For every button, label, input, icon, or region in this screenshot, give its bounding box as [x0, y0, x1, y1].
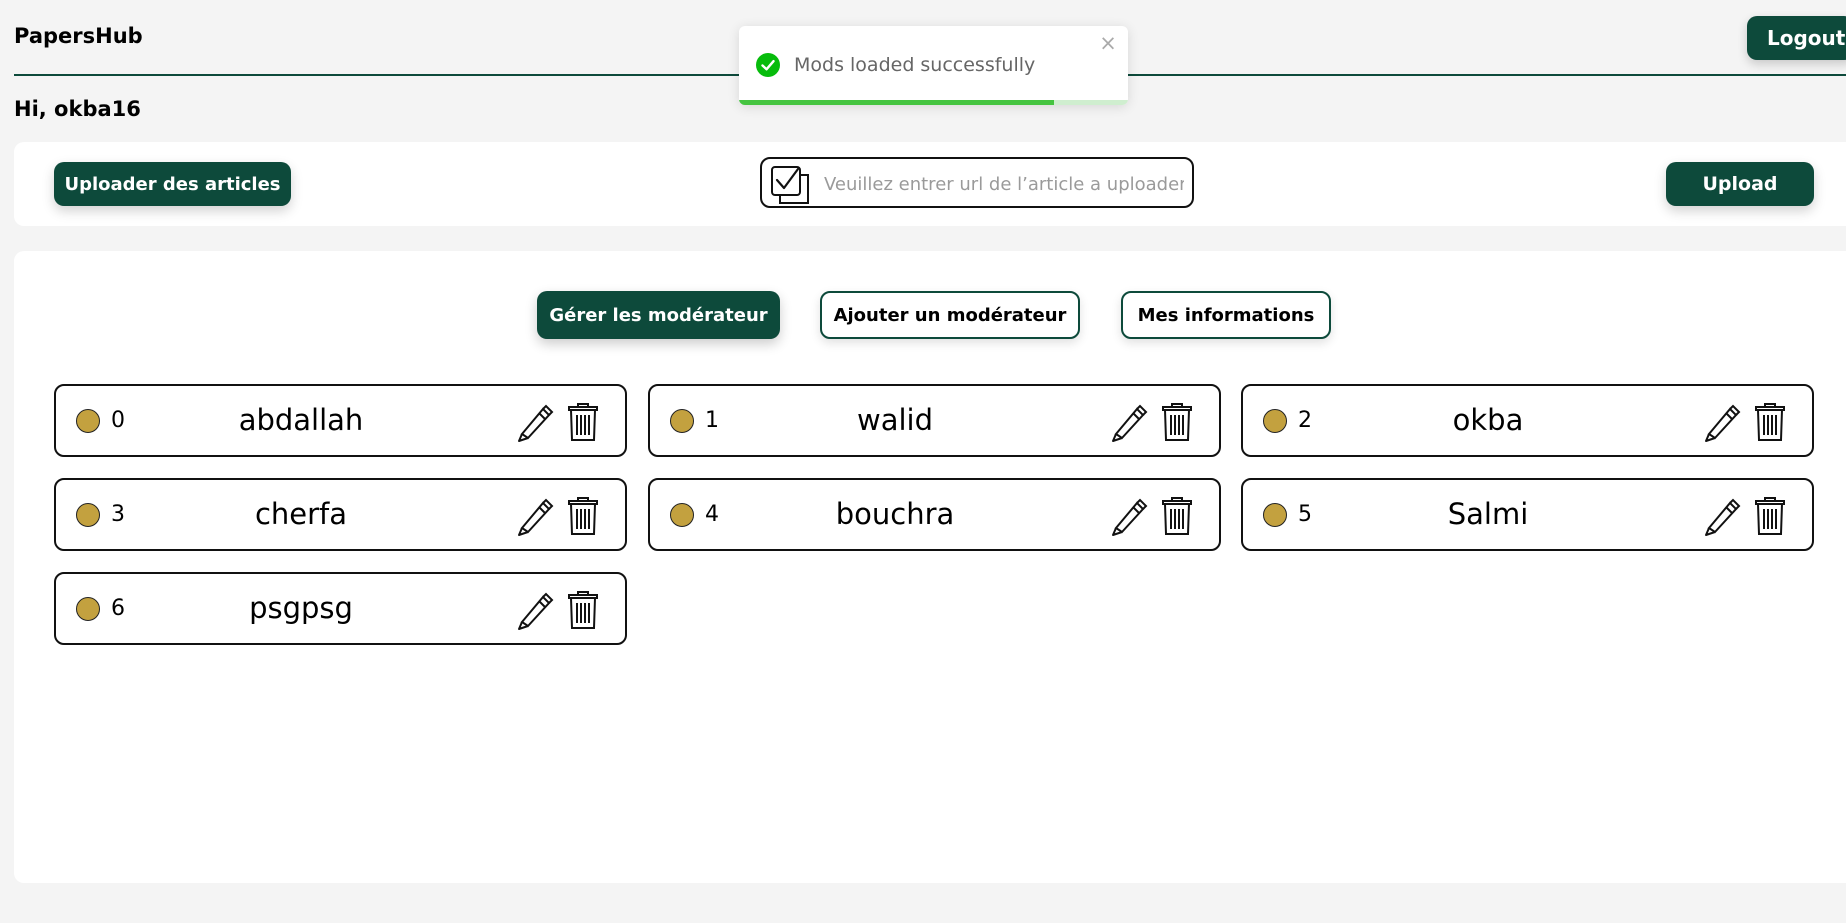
moderator-name: abdallah [238, 403, 364, 437]
moderator-card: 2 okba [1241, 384, 1814, 457]
trash-icon[interactable] [1162, 497, 1192, 535]
moderator-name: walid [856, 403, 933, 437]
moderator-card: 0 abdallah [54, 384, 627, 457]
close-icon[interactable]: × [1097, 32, 1119, 54]
trash-icon[interactable] [1755, 497, 1785, 535]
pencil-icon[interactable] [1107, 401, 1149, 443]
article-url-field[interactable] [760, 157, 1194, 208]
moderator-index: 1 [705, 408, 719, 433]
toast-progress-bar [739, 100, 1128, 105]
article-url-input[interactable] [822, 167, 1186, 201]
pencil-icon[interactable] [513, 589, 555, 631]
status-dot [1263, 409, 1287, 433]
status-dot [670, 409, 694, 433]
moderator-card: 5 Salmi [1241, 478, 1814, 551]
checkbox-copy-icon [771, 166, 809, 204]
moderator-index: 0 [111, 408, 125, 433]
pencil-icon[interactable] [513, 401, 555, 443]
trash-icon[interactable] [568, 403, 598, 441]
pencil-icon[interactable] [1107, 495, 1149, 537]
moderator-name: bouchra [835, 497, 955, 531]
tab-my-information[interactable]: Mes informations [1121, 291, 1331, 339]
logout-button[interactable]: Logout [1747, 16, 1846, 60]
brand-logo-text: PapersHub [14, 24, 143, 48]
status-dot [76, 409, 100, 433]
moderator-name: Salmi [1447, 497, 1529, 531]
check-circle-icon [756, 53, 780, 77]
status-dot [76, 503, 100, 527]
moderator-index: 4 [705, 502, 719, 527]
trash-icon[interactable] [1755, 403, 1785, 441]
status-dot [76, 597, 100, 621]
moderator-card: 6 psgpsg [54, 572, 627, 645]
pencil-icon[interactable] [1700, 495, 1742, 537]
moderator-card: 1 walid [648, 384, 1221, 457]
upload-button[interactable]: Upload [1666, 162, 1814, 206]
moderator-index: 6 [111, 596, 125, 621]
moderators-panel: Gérer les modérateur Ajouter un modérate… [14, 251, 1846, 883]
moderator-card: 4 bouchra [648, 478, 1221, 551]
tab-add-moderator[interactable]: Ajouter un modérateur [820, 291, 1080, 339]
toast-message: Mods loaded successfully [794, 54, 1036, 76]
moderator-index: 2 [1298, 408, 1312, 433]
moderator-index: 5 [1298, 502, 1312, 527]
moderator-name: okba [1452, 403, 1524, 437]
upload-bar: Uploader des articles Upload [14, 142, 1846, 226]
pencil-icon[interactable] [513, 495, 555, 537]
trash-icon[interactable] [568, 591, 598, 629]
pencil-icon[interactable] [1700, 401, 1742, 443]
status-dot [1263, 503, 1287, 527]
moderator-index: 3 [111, 502, 125, 527]
trash-icon[interactable] [568, 497, 598, 535]
status-dot [670, 503, 694, 527]
uploader-articles-button[interactable]: Uploader des articles [54, 162, 291, 206]
moderator-name: psgpsg [249, 591, 353, 625]
user-greeting: Hi, okba16 [14, 97, 141, 121]
trash-icon[interactable] [1162, 403, 1192, 441]
tab-manage-moderators[interactable]: Gérer les modérateur [537, 291, 780, 339]
toast-notification: Mods loaded successfully × [739, 26, 1128, 105]
moderator-name: cherfa [254, 497, 348, 531]
moderator-card: 3 cherfa [54, 478, 627, 551]
toast-progress-fill [739, 100, 1055, 105]
